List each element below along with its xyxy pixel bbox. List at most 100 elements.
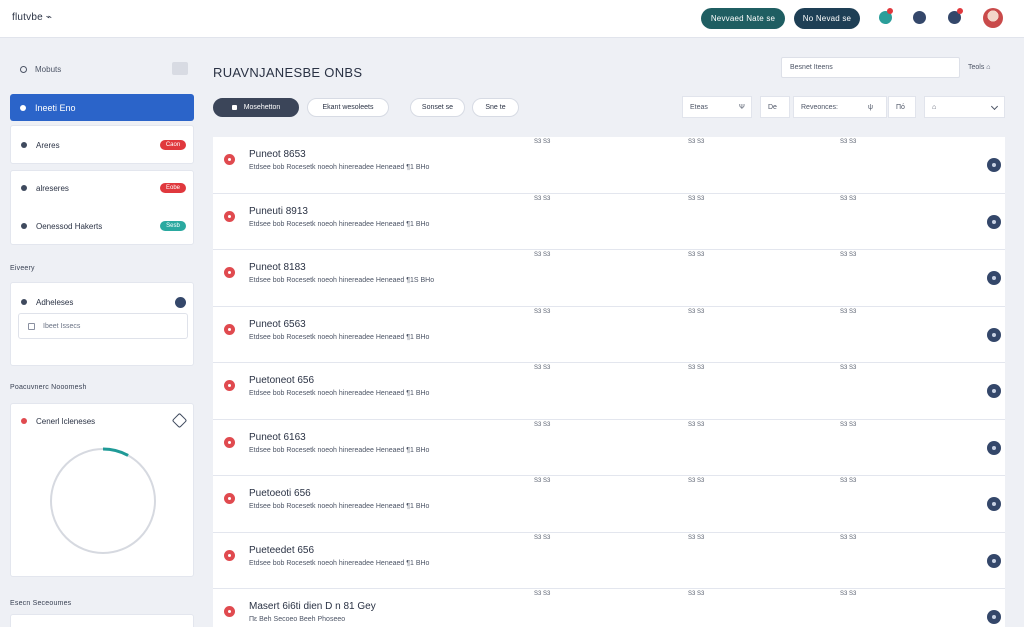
list-item[interactable]: Puneot 6163 Etdsee bob Rocesetk noeoh hi… bbox=[213, 419, 1005, 476]
item-value-3: S3 S3 bbox=[840, 421, 857, 428]
row-action-icon[interactable] bbox=[987, 327, 1001, 342]
filter-select-1[interactable]: Eteas Ψ bbox=[682, 96, 752, 118]
item-value-1: S3 S3 bbox=[534, 591, 551, 597]
sidebar-card-1: Areres Caon bbox=[10, 125, 194, 164]
progress-ring bbox=[49, 447, 157, 555]
list-item[interactable]: Masert 6i6ti dien D n 81 Gey Πε Beh Seco… bbox=[213, 589, 1005, 627]
filter-chip-active[interactable]: Mosehetton bbox=[213, 98, 299, 117]
row-action-icon[interactable] bbox=[987, 214, 1001, 229]
item-title: Puneot 8653 bbox=[249, 149, 306, 160]
row-action-icon[interactable] bbox=[987, 384, 1001, 398]
grid-view-icon[interactable] bbox=[172, 62, 188, 75]
sidebar-item-oenessod[interactable]: Oenessod Hakerts Sesb bbox=[11, 216, 195, 236]
sidebar-item-label: Areres bbox=[36, 140, 60, 150]
item-title: Puetoneot 656 bbox=[249, 375, 315, 386]
user-avatar[interactable] bbox=[983, 8, 1003, 28]
search-icon bbox=[20, 65, 27, 73]
row-action-icon[interactable] bbox=[987, 553, 1001, 568]
options-icon[interactable] bbox=[175, 296, 186, 308]
status-dot-icon bbox=[224, 606, 235, 617]
item-subtitle: Etdsee bob Rocesetk noeoh hinereadee Hen… bbox=[249, 559, 430, 567]
item-value-2: S3 S3 bbox=[688, 534, 705, 541]
sidebar-item-alreseres[interactable]: alreseres Eobe bbox=[11, 178, 195, 198]
status-dot-icon bbox=[224, 267, 235, 278]
row-action-icon[interactable] bbox=[987, 271, 1001, 285]
filter-chip[interactable]: Ekant wesoleets bbox=[307, 98, 389, 117]
filter-chip-label: Mosehetton bbox=[243, 104, 281, 111]
item-value-3: S3 S3 bbox=[840, 591, 857, 597]
list-item[interactable]: Pueteedet 656 Etdsee bob Rocesetk noeoh … bbox=[213, 532, 1005, 589]
select-suffix: Ψ bbox=[739, 103, 745, 111]
sidebar-card-3: Adheleses Ibeet Issecs bbox=[10, 282, 194, 366]
sidebar-item-active[interactable]: Ineeti Eno bbox=[10, 94, 194, 121]
sidebar-search[interactable]: Mobuts bbox=[10, 57, 194, 81]
item-value-2: S3 S3 bbox=[688, 591, 705, 597]
item-value-3: S3 S3 bbox=[840, 365, 857, 371]
sidebar-item-adheleses[interactable]: Adheleses bbox=[11, 292, 195, 312]
item-value-1: S3 S3 bbox=[534, 534, 551, 541]
sidebar-item-label: alreseres bbox=[36, 183, 69, 193]
item-subtitle: Etdsee bob Rocesetk noeoh hinereadee Hen… bbox=[249, 446, 430, 454]
filter-chip[interactable]: Sne te bbox=[472, 98, 519, 117]
list-item[interactable]: Puneot 8183 Etdsee bob Rocesetk noeoh hi… bbox=[213, 250, 1005, 307]
list-item[interactable]: Puetoneot 656 Etdsee bob Rocesetk noeoh … bbox=[213, 363, 1005, 420]
list-item[interactable]: Puneuti 8913 Etdsee bob Rocesetk noeoh h… bbox=[213, 193, 1005, 250]
filter-select-3[interactable]: Reveonces: ψ bbox=[793, 96, 887, 118]
item-title: Puneuti 8913 bbox=[249, 205, 308, 217]
sidebar-item-areres[interactable]: Areres Caon bbox=[11, 135, 195, 155]
count-badge: Eobe bbox=[160, 183, 186, 193]
item-value-1: S3 S3 bbox=[534, 139, 551, 145]
tools-menu[interactable]: Teols ⌂ bbox=[968, 64, 991, 71]
filter-select-5[interactable]: ⌂ bbox=[924, 96, 1005, 118]
list-item[interactable]: Puetoeoti 656 Etdsee bob Rocesetk noeoh … bbox=[213, 476, 1005, 533]
chevron-down-icon bbox=[990, 102, 999, 111]
filter-select-2[interactable]: De bbox=[760, 96, 790, 118]
item-value-3: S3 S3 bbox=[840, 252, 857, 258]
sidebar-input[interactable]: Ibeet Issecs bbox=[18, 313, 188, 339]
item-title: Puneot 8183 bbox=[249, 262, 306, 273]
section-heading: Poacuvnerc Nooomesh bbox=[10, 384, 87, 391]
app-brand[interactable]: flutvbe ⌁ bbox=[12, 12, 52, 23]
item-value-3: S3 S3 bbox=[840, 308, 857, 315]
list-item[interactable]: Puneot 6563 Etdsee bob Rocesetk noeoh hi… bbox=[213, 306, 1005, 363]
item-list: Puneot 8653 Etdsee bob Rocesetk noeoh hi… bbox=[213, 137, 1005, 627]
search-input[interactable]: Besnet Iteens bbox=[781, 57, 960, 78]
count-badge: Caon bbox=[160, 140, 186, 150]
section-heading: Esecn Seceoumes bbox=[10, 600, 72, 607]
settings-icon[interactable] bbox=[913, 11, 926, 24]
item-value-2: S3 S3 bbox=[688, 195, 705, 202]
sidebar-card-4 bbox=[10, 614, 194, 627]
select-value: Πό bbox=[896, 103, 905, 111]
item-subtitle: Πε Beh Secoeo Beeh Phoseeo bbox=[249, 616, 346, 623]
select-suffix: ψ bbox=[868, 103, 873, 111]
primary-action-button[interactable]: Nevvaed Nate se bbox=[701, 8, 785, 29]
status-dot-icon bbox=[224, 380, 235, 391]
row-action-icon[interactable] bbox=[987, 610, 1001, 624]
row-action-icon[interactable] bbox=[987, 440, 1001, 455]
list-item[interactable]: Puneot 8653 Etdsee bob Rocesetk noeoh hi… bbox=[213, 137, 1005, 194]
item-subtitle: Etdsee bob Rocesetk noeoh hinereadee Hen… bbox=[249, 390, 430, 397]
row-action-icon[interactable] bbox=[987, 497, 1001, 511]
item-value-1: S3 S3 bbox=[534, 478, 551, 484]
filter-chip[interactable]: Sonset se bbox=[410, 98, 465, 117]
item-value-1: S3 S3 bbox=[534, 365, 551, 371]
secondary-action-button[interactable]: No Nevad se bbox=[794, 8, 860, 29]
row-action-icon[interactable] bbox=[987, 158, 1001, 172]
item-subtitle: Etdsee bob Rocesetk noeoh hinereadee Hen… bbox=[249, 333, 430, 341]
item-dot-icon bbox=[21, 223, 27, 229]
sidebar-input-placeholder: Ibeet Issecs bbox=[43, 322, 81, 330]
section-heading: Eiveery bbox=[10, 265, 35, 272]
item-value-3: S3 S3 bbox=[840, 478, 857, 484]
link-icon bbox=[21, 299, 27, 305]
top-bar: flutvbe ⌁ Nevvaed Nate se No Nevad se bbox=[0, 0, 1024, 38]
item-value-2: S3 S3 bbox=[688, 421, 705, 428]
sidebar-item-label: Adheleses bbox=[36, 297, 74, 307]
item-value-3: S3 S3 bbox=[840, 139, 857, 145]
sidebar-search-label: Mobuts bbox=[35, 64, 62, 74]
item-value-3: S3 S3 bbox=[840, 195, 857, 202]
status-dot-icon bbox=[224, 210, 235, 222]
filter-select-4[interactable]: Πό bbox=[888, 96, 916, 118]
sidebar-item-label: Ineeti Eno bbox=[35, 102, 76, 113]
item-title: Pueteedet 656 bbox=[249, 544, 315, 556]
item-value-2: S3 S3 bbox=[688, 478, 705, 484]
